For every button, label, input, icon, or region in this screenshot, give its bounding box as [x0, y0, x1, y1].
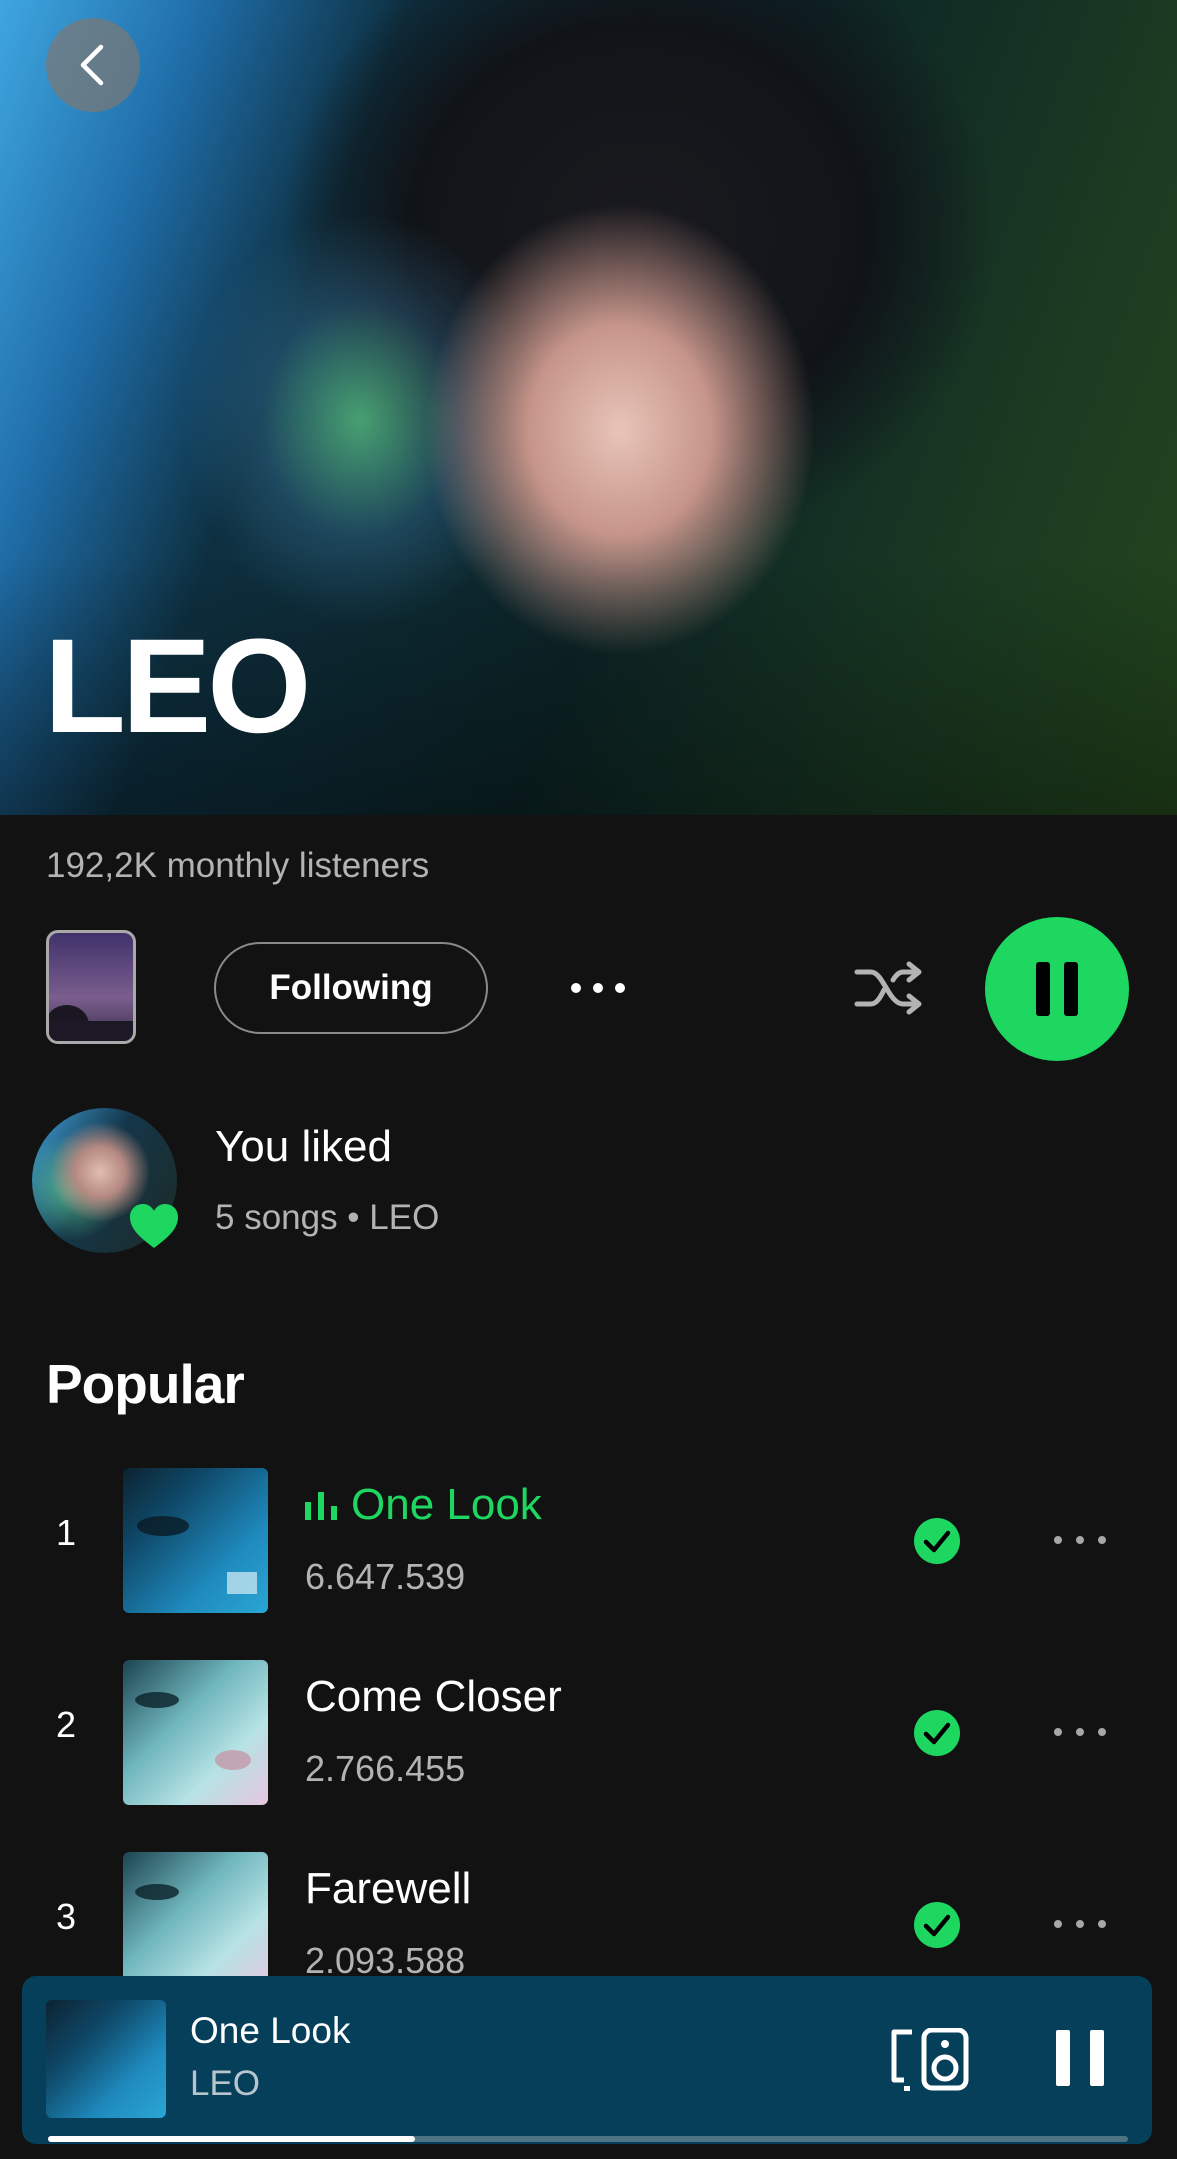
- more-horizontal-icon: [571, 983, 625, 993]
- more-horizontal-icon[interactable]: [1050, 1912, 1110, 1936]
- shuffle-icon: [854, 961, 922, 1015]
- more-horizontal-icon[interactable]: [1050, 1720, 1110, 1744]
- track-cover: [123, 1660, 268, 1805]
- track-row[interactable]: 2 Come Closer 2.766.455: [0, 1660, 1177, 1806]
- equalizer-bars-icon: [305, 1492, 337, 1520]
- mini-player-artist: LEO: [190, 2064, 261, 2103]
- following-button[interactable]: Following: [214, 942, 488, 1034]
- pause-icon: [1036, 962, 1078, 1016]
- chevron-left-icon: [80, 44, 104, 86]
- liked-songs-subtitle: 5 songs • LEO: [215, 1198, 440, 1237]
- heart-icon: [130, 1204, 178, 1248]
- track-row[interactable]: 1 One Look 6.647.539: [0, 1468, 1177, 1614]
- liked-songs-row[interactable]: You liked 5 songs • LEO: [32, 1108, 1132, 1254]
- liked-songs-title: You liked: [215, 1122, 392, 1171]
- track-play-count: 2.766.455: [305, 1748, 466, 1789]
- popular-heading: Popular: [46, 1353, 245, 1415]
- mini-player-title: One Look: [190, 2010, 351, 2051]
- artist-preview-thumbnail[interactable]: [46, 930, 136, 1044]
- track-title: Farewell: [305, 1864, 472, 1913]
- check-circle-icon[interactable]: [914, 1518, 960, 1564]
- more-horizontal-icon[interactable]: [1050, 1528, 1110, 1552]
- artist-more-options-button[interactable]: [560, 962, 636, 1014]
- track-cover: [123, 1468, 268, 1613]
- track-title: One Look: [351, 1480, 542, 1529]
- track-rank: 1: [56, 1512, 77, 1553]
- track-title-wrap: One Look: [305, 1480, 542, 1530]
- track-rank: 3: [56, 1896, 77, 1937]
- track-rank: 2: [56, 1704, 77, 1745]
- check-circle-icon[interactable]: [914, 1710, 960, 1756]
- back-button[interactable]: [46, 18, 140, 112]
- speaker-device-icon[interactable]: [890, 2028, 970, 2092]
- check-circle-icon[interactable]: [914, 1902, 960, 1948]
- play-pause-button[interactable]: [985, 917, 1129, 1061]
- mini-player[interactable]: One Look LEO: [22, 1976, 1152, 2144]
- playback-progress-fill: [48, 2136, 415, 2142]
- artist-name: LEO: [44, 612, 311, 761]
- mini-player-cover: [46, 2000, 166, 2118]
- shuffle-button[interactable]: [848, 952, 930, 1024]
- monthly-listeners: 192,2K monthly listeners: [46, 846, 430, 885]
- track-play-count: 6.647.539: [305, 1556, 466, 1597]
- track-title: Come Closer: [305, 1672, 562, 1721]
- pause-icon[interactable]: [1052, 2028, 1108, 2088]
